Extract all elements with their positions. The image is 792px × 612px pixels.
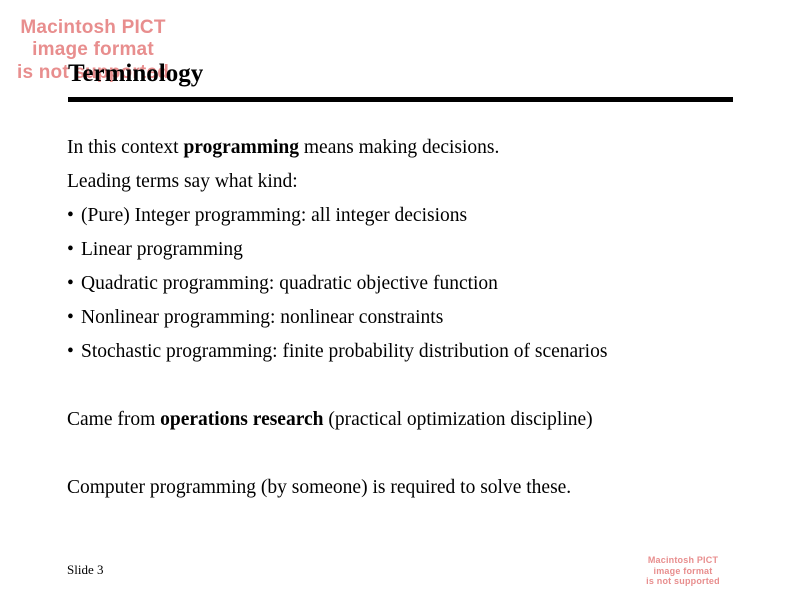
list-item-label: Linear programming — [81, 239, 243, 260]
title-divider — [68, 97, 733, 102]
closing-line: Computer programming (by someone) is req… — [67, 477, 572, 498]
presentation-slide: Macintosh PICT image format is not suppo… — [0, 0, 792, 612]
list-item: • Nonlinear programming: nonlinear constr… — [67, 301, 767, 335]
intro-line-part2: means making decisions. — [299, 137, 500, 158]
list-item-label: Nonlinear programming: nonlinear constra… — [81, 307, 444, 328]
slide-number-footer: Slide 3 — [67, 562, 104, 577]
pict-placeholder-line-3: is not supported — [646, 576, 720, 587]
bullet-icon: • — [67, 341, 74, 362]
bullet-icon: • — [67, 239, 74, 260]
list-item-label: (Pure) Integer programming: all integer … — [81, 205, 468, 226]
pict-placeholder-line-1: Macintosh PICT — [20, 17, 166, 38]
origin-line: Came from operations research (practical… — [67, 403, 767, 437]
pict-placeholder-line-1: Macintosh PICT — [647, 555, 719, 565]
list-item-label: Quadratic programming: quadratic objecti… — [81, 273, 498, 294]
lead-line: Leading terms say what kind: — [67, 171, 298, 192]
intro-line-emphasis: programming — [183, 137, 300, 158]
intro-line-part1: In this context — [67, 137, 184, 158]
origin-line-part2: (practical optimization discipline) — [323, 409, 593, 430]
slide-body: In this context programming means making… — [67, 131, 767, 505]
bullet-icon: • — [67, 273, 74, 294]
list-item-label: Stochastic programming: finite probabili… — [81, 341, 608, 362]
list-item: • Linear programming — [67, 233, 767, 267]
intro-line: In this context programming means making… — [67, 131, 767, 165]
bullet-icon: • — [67, 205, 74, 226]
pict-placeholder-line-2: image format — [32, 39, 154, 61]
origin-line-emphasis: operations research — [160, 409, 324, 430]
bullet-icon: • — [67, 307, 74, 328]
origin-line-part1: Came from — [67, 409, 161, 430]
list-item: • (Pure) Integer programming: all integer… — [67, 199, 767, 233]
list-item: • Quadratic programming: quadratic object… — [67, 267, 767, 301]
pict-unsupported-placeholder-bottom: Macintosh PICT image format is not suppo… — [619, 555, 747, 587]
list-item: • Stochastic programming: finite probabil… — [67, 335, 767, 369]
slide-title: Terminology — [68, 60, 204, 87]
pict-placeholder-line-2: image format — [653, 565, 713, 576]
